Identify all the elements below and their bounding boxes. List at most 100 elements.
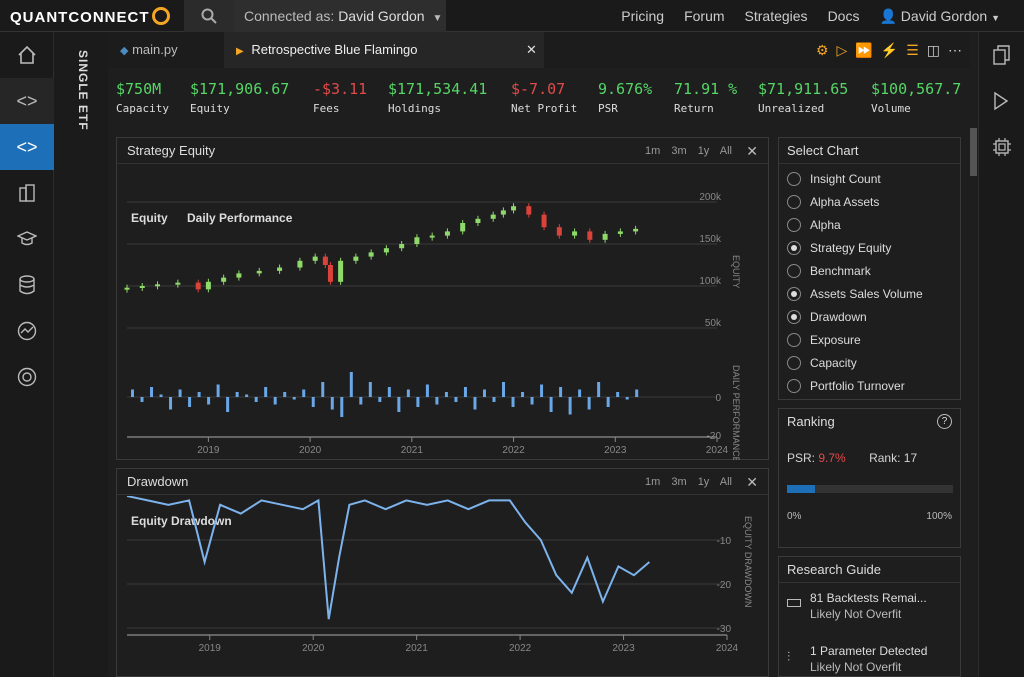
candle — [511, 206, 517, 211]
x-tick-label: 2019 — [197, 445, 220, 456]
rank-max-label: 100% — [926, 511, 952, 522]
daily-bar — [425, 384, 429, 397]
user-menu[interactable]: 👤 David Gordon ▼ — [879, 8, 1000, 25]
stat-label: Holdings — [388, 102, 441, 115]
battery-icon — [787, 599, 801, 607]
daily-bar — [140, 397, 144, 402]
close-icon[interactable]: ✕ — [746, 469, 758, 495]
home-button[interactable] — [0, 32, 54, 78]
radio-icon[interactable] — [787, 309, 801, 324]
logo-text-quant: QUANT — [10, 9, 69, 26]
buildings-button[interactable] — [0, 170, 54, 216]
tab-backtest[interactable]: ▶ Retrospective Blue Flamingo ✕ — [224, 32, 544, 68]
stack-icon[interactable]: ☰ — [906, 42, 919, 59]
daily-bar — [482, 389, 486, 397]
radio-icon[interactable] — [787, 263, 801, 278]
daily-bar — [606, 397, 610, 407]
candle — [353, 256, 359, 261]
run-debug-button[interactable] — [979, 78, 1024, 124]
radio-icon[interactable] — [787, 240, 801, 255]
chart-option-insight-count[interactable]: Insight Count — [779, 167, 960, 190]
lightning-icon[interactable]: ⚡ — [881, 42, 898, 59]
copy-button[interactable] — [979, 32, 1024, 78]
range-3m[interactable]: 3m — [671, 476, 686, 488]
chart-option-capacity[interactable]: Capacity — [779, 351, 960, 374]
close-icon[interactable]: ✕ — [746, 138, 758, 164]
radio-icon[interactable] — [787, 194, 801, 209]
chart-option-benchmark[interactable]: Benchmark — [779, 259, 960, 282]
research-item-parameters[interactable]: ⫶ 1 Parameter Detected Likely Not Overfi… — [779, 644, 960, 674]
scrollbar-thumb[interactable] — [970, 128, 977, 176]
quantconnect-logo[interactable]: QUANTCONNECT — [10, 7, 170, 26]
range-1y[interactable]: 1y — [698, 145, 710, 157]
radio-icon[interactable] — [787, 217, 801, 232]
select-chart-panel: Select Chart Insight Count Alpha Assets Al… — [778, 137, 961, 400]
chart-option-alpha[interactable]: Alpha — [779, 213, 960, 236]
range-all[interactable]: All — [720, 145, 732, 157]
radio-icon[interactable] — [787, 286, 801, 301]
chart-option-exposure[interactable]: Exposure — [779, 328, 960, 351]
split-view-icon[interactable]: ◫ — [927, 42, 940, 59]
gear-icon[interactable]: ⚙ — [816, 42, 829, 59]
candle — [297, 260, 303, 268]
learning-button[interactable] — [0, 216, 54, 262]
radio-icon[interactable] — [787, 171, 801, 186]
connection-dropdown[interactable]: Connected as: David Gordon ▼ — [234, 0, 446, 32]
play-icon[interactable]: ▷ — [837, 42, 848, 59]
range-1m[interactable]: 1m — [645, 145, 660, 157]
close-tab-icon[interactable]: ✕ — [526, 32, 537, 68]
nav-docs[interactable]: Docs — [828, 8, 860, 24]
research-guide-title: Research Guide — [787, 562, 881, 577]
code-button[interactable]: <> — [0, 78, 54, 124]
tab-main-py[interactable]: ◆ main.py — [108, 32, 224, 68]
candle — [490, 214, 496, 219]
code-icon: <> — [16, 136, 38, 157]
database-button[interactable] — [0, 262, 54, 308]
daily-bar — [235, 392, 239, 397]
chart-option-strategy-equity[interactable]: Strategy Equity — [779, 236, 960, 259]
project-vertical-tab[interactable]: SINGLE ETF — [54, 32, 108, 677]
chart-option-alpha-assets[interactable]: Alpha Assets — [779, 190, 960, 213]
nav-pricing[interactable]: Pricing — [621, 8, 664, 24]
fast-forward-icon[interactable]: ⏩ — [855, 42, 872, 59]
x-tick-label: 2023 — [604, 445, 627, 456]
candle — [429, 235, 435, 238]
rank-progress-fill — [787, 485, 816, 493]
radio-icon[interactable] — [787, 332, 801, 347]
caret-down-icon: ▼ — [991, 12, 1000, 23]
daily-bar — [444, 392, 448, 397]
daily-bar — [216, 384, 220, 397]
chart-option-drawdown[interactable]: Drawdown — [779, 305, 960, 328]
chip-button[interactable] — [979, 124, 1024, 170]
support-button[interactable] — [0, 354, 54, 400]
research-item-backtests[interactable]: 81 Backtests Remai... Likely Not Overfit — [779, 591, 960, 621]
more-icon[interactable]: ⋯ — [948, 42, 962, 59]
range-selector[interactable]: 1m 3m 1y All — [645, 138, 732, 164]
strategy-equity-title: Strategy Equity — [127, 143, 216, 158]
chart-option-portfolio-turnover[interactable]: Portfolio Turnover — [779, 374, 960, 397]
nav-forum[interactable]: Forum — [684, 8, 724, 24]
radio-icon[interactable] — [787, 378, 801, 393]
range-3m[interactable]: 3m — [671, 145, 686, 157]
chart-option-assets-sales-volume[interactable]: Assets Sales Volume — [779, 282, 960, 305]
strategy-equity-panel: Strategy Equity 1m 3m 1y All ✕ 200k 150k 1… — [116, 137, 769, 460]
range-1m[interactable]: 1m — [645, 476, 660, 488]
range-selector[interactable]: 1m 3m 1y All — [645, 469, 732, 495]
daily-bar — [368, 382, 372, 397]
nav-strategies[interactable]: Strategies — [745, 8, 808, 24]
scrollbar[interactable] — [969, 128, 978, 677]
ranking-title: Ranking — [787, 414, 835, 429]
stat-psr: 9.676% PSR — [598, 80, 652, 115]
search-button[interactable] — [184, 0, 234, 32]
candle — [617, 231, 623, 234]
range-1y[interactable]: 1y — [698, 476, 710, 488]
daily-bar — [254, 397, 258, 402]
help-icon[interactable]: ? — [937, 414, 952, 429]
radio-icon[interactable] — [787, 355, 801, 370]
code-active-button[interactable]: <> — [0, 124, 54, 170]
range-all[interactable]: All — [720, 476, 732, 488]
sliders-icon: ⫶ — [787, 649, 791, 664]
daily-bar — [387, 387, 391, 397]
analytics-button[interactable] — [0, 308, 54, 354]
graduation-cap-icon — [17, 231, 37, 246]
